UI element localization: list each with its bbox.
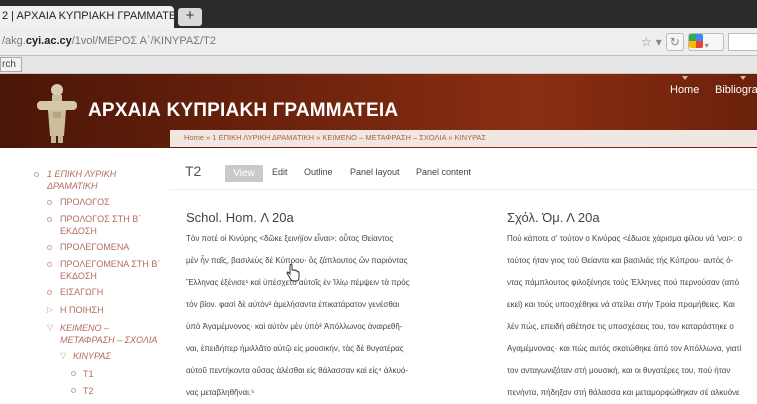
bullet-icon [47,200,52,205]
sidebar-item-label: ΕΚΔΟΣΗ [60,271,97,281]
sidebar-item-label: ΕΙΣΑΓΩΓΗ [60,287,104,297]
search-input[interactable] [727,33,757,51]
browser-tab-bar: 2 | ΑΡΧΑΙΑ ΚΥΠΡΙΑΚΗ ΓΡΑΜΜΑΤΕΙΑ + [0,0,757,28]
hand-cursor-icon [286,264,300,282]
sidebar-item-label: T1 [83,369,94,379]
bullet-icon [71,371,76,376]
bullet-icon [47,290,52,295]
sidebar-item-label: ΔΡΑΜΑΤΙΚΗ [47,181,98,191]
sidebar-item-label: T2 [83,386,94,396]
sidebar-item-label: Η ΠΟΙΗΣΗ [60,305,104,315]
text-line: μὲν ἦν παῖς, βασιλεὺς δὲ Κύπρου· ὃς ζάπλ… [186,256,408,265]
sidebar-item-epic-lyric[interactable]: 1 ΕΠΙΚΗ ΛΥΡΙΚΗ ΔΡΑΜΑΤΙΚΗ [47,168,116,192]
text-line: Αγαμέμνονας· και πώς αυτός σκοτώθηκε άπό… [507,344,742,353]
sidebar-item-label: 1 ΕΠΙΚΗ ΛΥΡΙΚΗ [47,169,117,179]
browser-tab[interactable]: 2 | ΑΡΧΑΙΑ ΚΥΠΡΙΑΚΗ ΓΡΑΜΜΑΤΕΙΑ [0,6,174,28]
sidebar-item-prologos[interactable]: ΠΡΟΛΟΓΟΣ [60,196,110,208]
sidebar-item-label: ΠΡΟΛΕΓΟΜΕΝΑ [60,242,130,252]
text-line: εκεί) και τούς υποσχέθηκε νά στείλει στή… [507,300,735,309]
url-path: /1vol/ΜΕΡΟΣ Α΄/ΚΙΝΥΡΑΣ/Τ2 [71,35,216,47]
tab-outline[interactable]: Outline [304,167,333,177]
translation-title: Σχόλ. Όμ. Λ 20a [507,210,600,225]
sidebar-menu: 1 ΕΠΙΚΗ ΛΥΡΙΚΗ ΔΡΑΜΑΤΙΚΗ ΠΡΟΛΟΓΟΣ ΠΡΟΛΟΓ… [0,148,170,399]
tab-panel-layout[interactable]: Panel layout [350,167,400,177]
bookmark-star-icon[interactable]: ☆ [641,35,652,49]
greek-text-title: Schol. Hom. Λ 20a [186,210,294,225]
engine-dropdown-icon: ▾ [704,41,709,50]
text-line: πενήντα, πήδηξαν στή θάλασσα και μεταμορ… [507,388,740,397]
url-domain: cyi.ac.cy [25,35,72,47]
text-line: Ἕλληνας ἐξένισε¹ καὶ ὑπέσχετο αὐτοῖς ἐν … [186,278,410,287]
sidebar-item-eisagogi[interactable]: ΕΙΣΑΓΩΓΗ [60,286,103,298]
reload-icon[interactable]: ↻ [665,33,684,51]
tab-view[interactable]: View [225,165,263,182]
text-line: Τὸν ποτέ οἱ Κινύρης <δῶκε ξεινήϊον εἶναι… [186,234,394,243]
sidebar-item-label: ΠΡΟΛΕΓΟΜΕΝΑ ΣΤΗ Β΄ [60,259,161,269]
sidebar-item-label: ΚΕΙΜΕΝΟ – [60,323,110,333]
sidebar-item-label: ΠΡΟΛΟΓΟΣ ΣΤΗ Β΄ [60,214,142,224]
browser-nav-bar: /akg.cyi.ac.cy/1vol/ΜΕΡΟΣ Α΄/ΚΙΝΥΡΑΣ/Τ2 … [0,28,757,56]
breadcrumb-bar: Home » 1 ΕΠΙΚΗ ΛΥΡΙΚΗ ΔΡΑΜΑΤΙΚΗ » ΚΕΙΜΕΝ… [170,130,757,147]
google-icon [688,34,703,48]
sidebar-item-prolegomena[interactable]: ΠΡΟΛΕΓΟΜΕΝΑ [60,241,129,253]
bookmarks-bar: rch [0,56,757,74]
text-line: νας μεταβληθῆναι.⁵ [186,388,255,397]
greek-text-body: Τὸν ποτέ οἱ Κινύρης <δῶκε ξεινήϊον εἶναι… [186,228,482,404]
text-line: ντας πάμπλουτος φιλοξένησε τούς Έλληνες … [507,278,740,287]
text-line: τὸν βίον. φασὶ δὲ αὐτὸν² ἀμελήσαντα ἐπικ… [186,300,400,309]
statue-logo-icon[interactable] [34,82,80,144]
address-bar[interactable]: /akg.cyi.ac.cy/1vol/ΜΕΡΟΣ Α΄/ΚΙΝΥΡΑΣ/Τ2 [2,35,216,47]
sidebar-item-label: ΠΡΟΛΟΓΟΣ [60,197,110,207]
breadcrumb[interactable]: Home » 1 ΕΠΙΚΗ ΛΥΡΙΚΗ ΔΡΑΜΑΤΙΚΗ » ΚΕΙΜΕΝ… [184,133,486,142]
search-engine-button[interactable]: ▾ [687,33,724,51]
new-tab-button[interactable]: + [178,8,202,26]
sidebar-item-prologos-b[interactable]: ΠΡΟΛΟΓΟΣ ΣΤΗ Β΄ ΕΚΔΟΣΗ [60,213,141,237]
text-line: τούτος ήταν γιος τού Θείαντα και βασιλιά… [507,256,734,265]
text-line: ναι, ἐπειδήπερ ἠμιλλᾶτο αὐτῷ εἰς μουσική… [186,344,404,353]
panel-tabs: T2 View Edit Outline Panel layout Panel … [170,148,757,190]
text-line: ὑπὸ Ἀγαμέμνονος· καὶ αὐτὸν μὲν ὑπὸ³ Ἀπόλ… [186,322,403,331]
sidebar-item-t1[interactable]: T1 [83,368,94,380]
sidebar-item-label: ΜΕΤΑΦΡΑΣΗ – ΣΧΟΛΙΑ [60,335,158,345]
search-button[interactable]: rch [0,57,22,72]
sidebar-item-prolegomena-b[interactable]: ΠΡΟΛΕΓΟΜΕΝΑ ΣΤΗ Β΄ ΕΚΔΟΣΗ [60,258,160,282]
translation-body: Πού κάποτε σ' τούτον ο Κινύρας <έδωσε χά… [507,228,757,404]
bullet-icon [71,388,76,393]
bullet-icon [47,262,52,267]
nav-bibliography[interactable]: Bibliograph [715,76,757,96]
bullet-icon [34,172,39,177]
chevron-down-icon: ▽ [60,351,67,360]
site-title[interactable]: ΑΡΧΑΙΑ ΚΥΠΡΙΑΚΗ ΓΡΑΜΜΑΤΕΙΑ [88,100,398,122]
sidebar-item-t2[interactable]: T2 [83,385,94,397]
history-dropdown-icon[interactable]: ▾ [656,35,662,49]
sidebar-item-kinyras[interactable]: ΚΙΝΥΡΑΣ [73,350,111,362]
url-prefix: /akg. [2,35,26,47]
nav-icons: ☆ ▾ ↻ ▾ [641,33,757,51]
tab-panel-content[interactable]: Panel content [416,167,471,177]
bullet-icon [47,217,52,222]
text-line: λέν πώς, επειδή αθέτησε τις υποσχέσεις τ… [507,322,734,331]
text-line: Πού κάποτε σ' τούτον ο Κινύρας <έδωσε χά… [507,234,742,243]
tab-edit[interactable]: Edit [272,167,288,177]
chevron-right-icon: ▷ [47,305,54,314]
sidebar-item-poiisi[interactable]: Η ΠΟΙΗΣΗ [60,304,104,316]
page-title: T2 [185,163,202,179]
text-line: τον ανταγωνιζόταν στή μουσική, και οι θυ… [507,366,731,375]
bullet-icon [47,245,52,250]
sidebar-item-keimeno[interactable]: ΚΕΙΜΕΝΟ – ΜΕΤΑΦΡΑΣΗ – ΣΧΟΛΙΑ [60,322,157,346]
sidebar-item-label: ΚΙΝΥΡΑΣ [73,351,111,361]
nav-home[interactable]: Home [670,76,699,96]
chevron-down-icon: ▽ [47,323,54,332]
sidebar-item-label: ΕΚΔΟΣΗ [60,226,97,236]
text-line: αὐτοῦ πεντήκοντα οὔσας ἁλέσθαι εἰς θάλασ… [186,366,408,375]
